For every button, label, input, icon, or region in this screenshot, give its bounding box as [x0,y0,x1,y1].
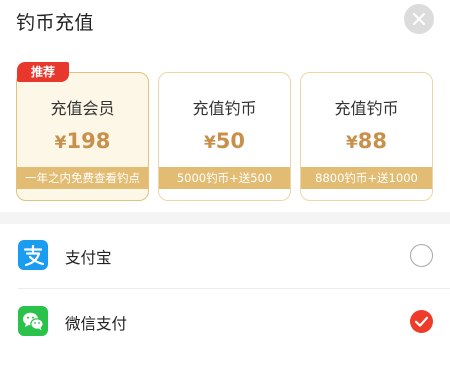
plan-card-membership[interactable]: 充值会员 ¥198 一年之内免费查看钓点 [16,72,149,201]
plan-name: 充值钓币 [334,99,399,118]
price-amount: 198 [66,129,111,153]
wechat-pay-icon [18,306,48,336]
row-divider [18,288,450,289]
price-amount: 88 [357,129,388,153]
close-icon [413,13,425,25]
plan-card-coins-88[interactable]: 充值钓币 ¥88 8800钓币+送1000 [300,72,433,201]
alipay-radio[interactable] [410,244,433,267]
payment-label: 支付宝 [65,249,112,267]
price-amount: 50 [215,129,246,153]
currency-symbol: ¥ [54,133,67,153]
plan-name: 充值会员 [50,99,115,118]
plan-description: 一年之内免费查看钓点 [17,167,148,189]
plan-price: ¥198 [17,129,148,153]
dialog-header: 钓币充值 [0,0,450,44]
plan-price: ¥88 [301,129,432,153]
currency-symbol: ¥ [203,133,216,153]
check-icon [414,316,429,327]
payment-option-alipay[interactable]: 支付宝 [0,228,450,288]
payment-label: 微信支付 [65,315,128,333]
wechat-radio[interactable] [410,310,433,333]
section-divider [0,212,450,224]
page-title: 钓币充值 [16,12,95,34]
plan-price: ¥50 [159,129,290,153]
currency-symbol: ¥ [345,133,358,153]
plan-description: 5000钓币+送500 [159,167,290,189]
plan-name: 充值钓币 [192,99,257,118]
payment-option-wechat[interactable]: 微信支付 [0,294,450,354]
plan-list: 充值会员 ¥198 一年之内免费查看钓点 充值钓币 ¥50 5000钓币+送50… [0,62,450,212]
alipay-icon [18,240,48,270]
close-button[interactable] [404,4,434,34]
plan-card-coins-50[interactable]: 充值钓币 ¥50 5000钓币+送500 [158,72,291,201]
plan-description: 8800钓币+送1000 [301,167,432,189]
recommend-badge: 推荐 [17,62,69,82]
